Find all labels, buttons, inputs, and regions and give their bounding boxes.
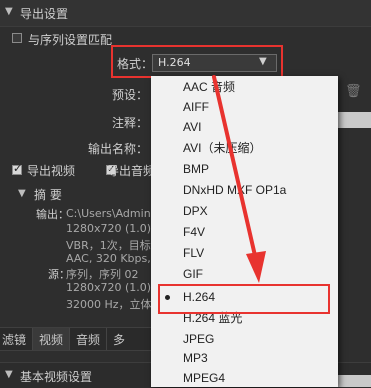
red-arrow-annotation: [212, 75, 266, 283]
